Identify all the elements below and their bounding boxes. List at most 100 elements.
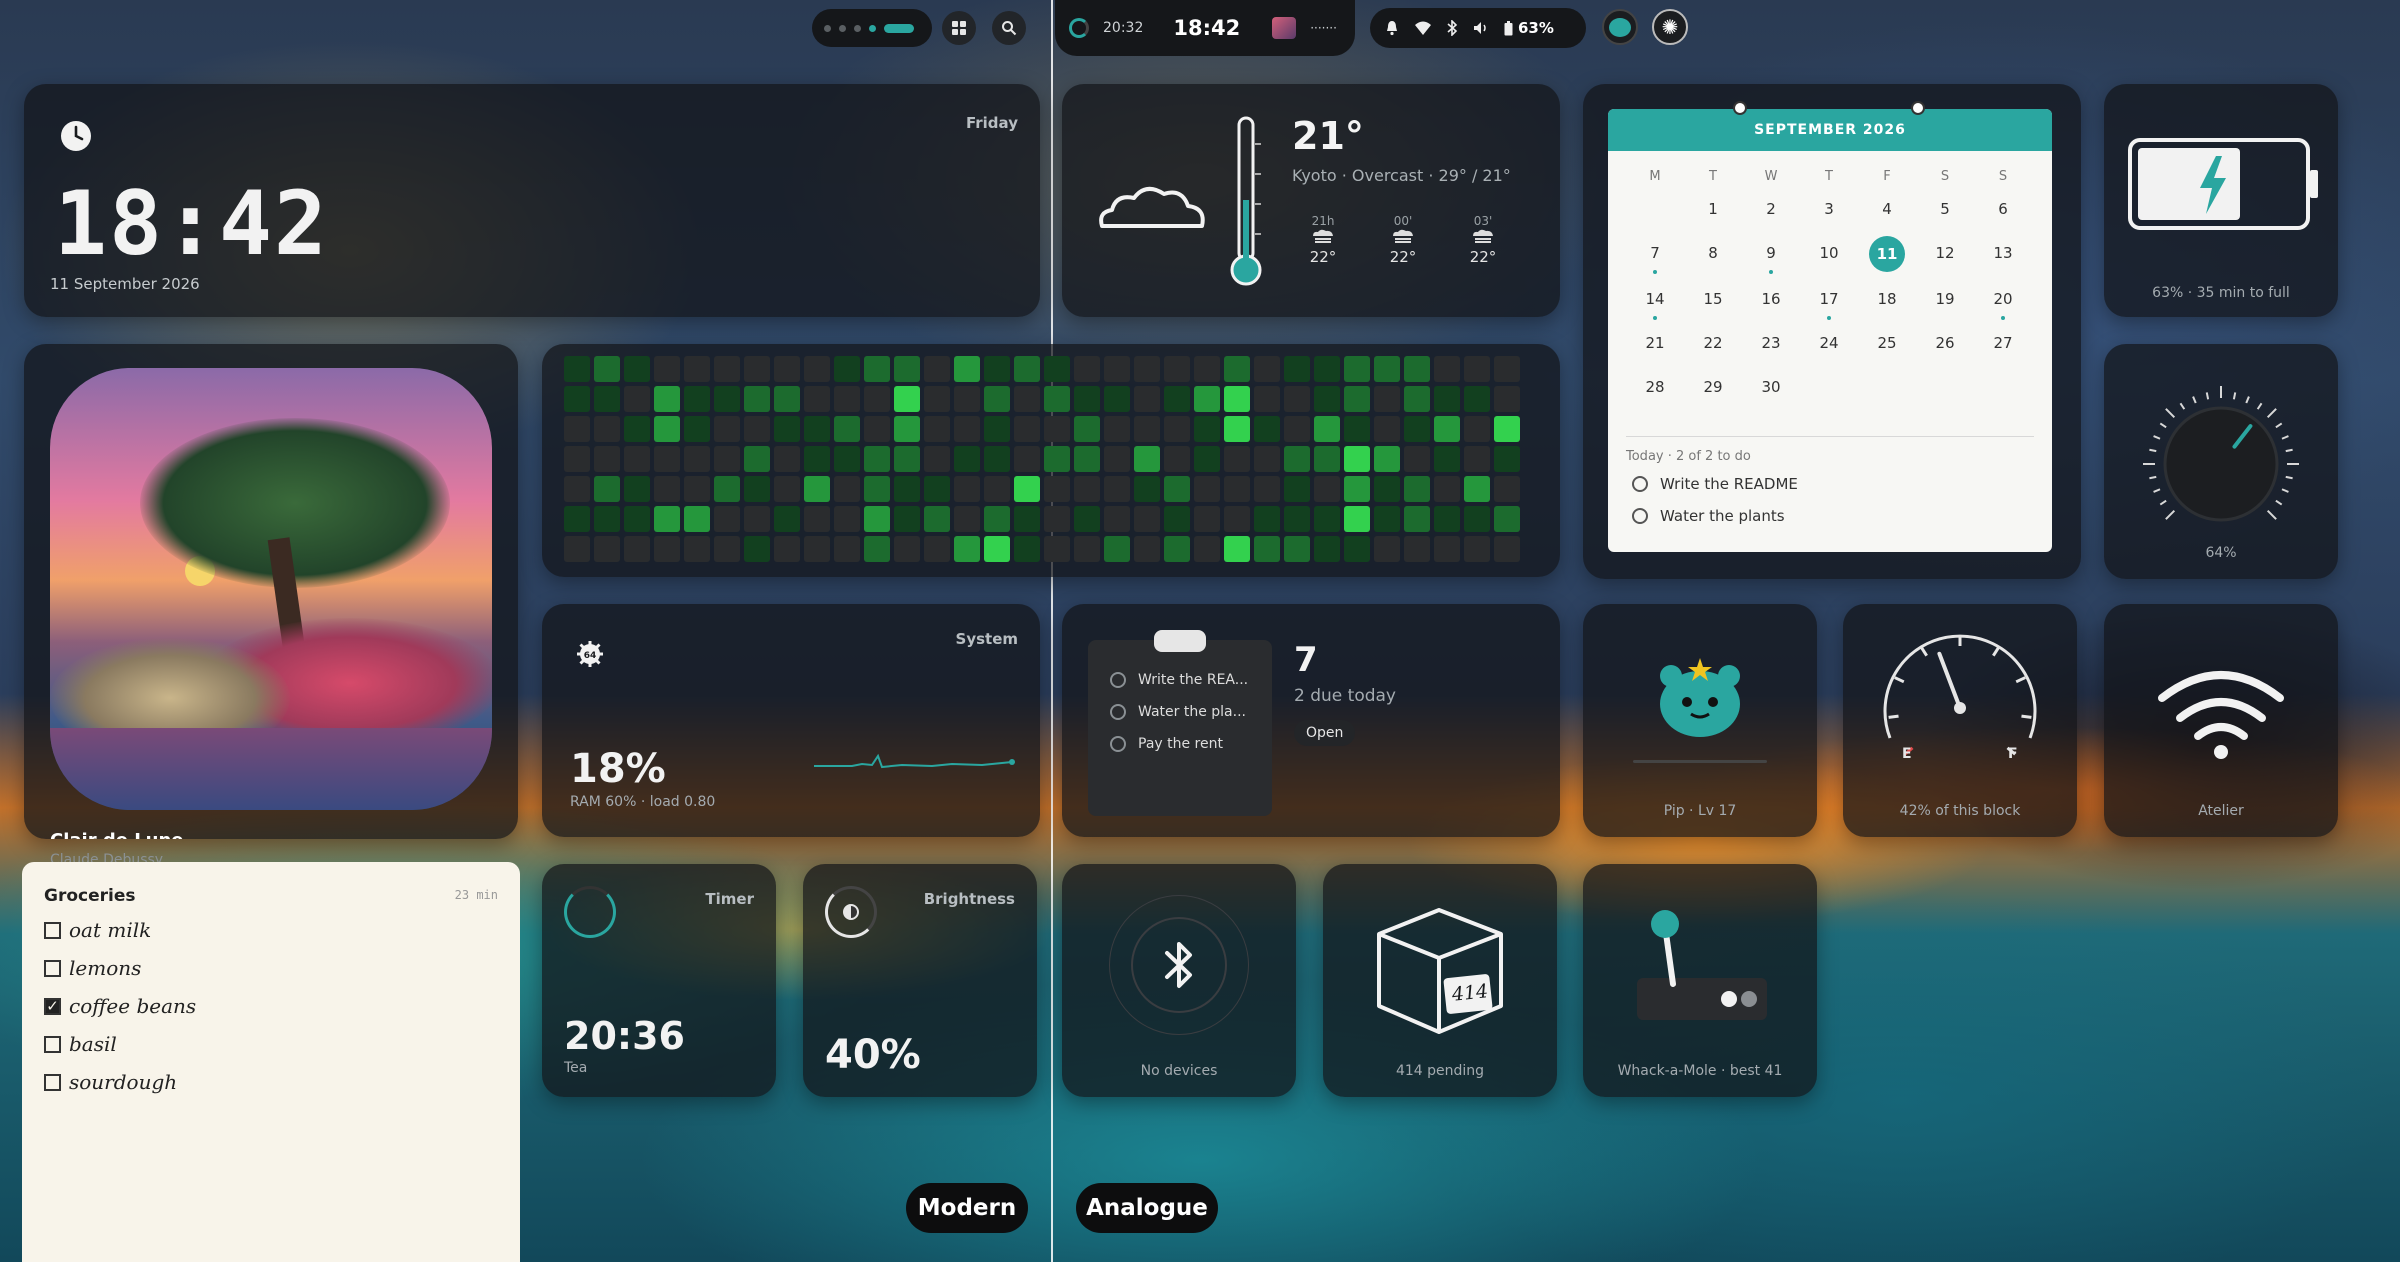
calendar-day[interactable]: 6	[1985, 192, 2021, 226]
grocery-item[interactable]: ✓ coffee beans	[44, 994, 196, 1018]
grocery-checkbox[interactable]	[44, 921, 61, 939]
packages-widget[interactable]: 414 414 pending	[1323, 864, 1557, 1097]
workspace-dot[interactable]	[869, 24, 876, 32]
timer-ring-icon	[564, 886, 616, 938]
open-tasks-button[interactable]: Open	[1294, 720, 1356, 746]
todo-checkbox[interactable]	[1632, 476, 1648, 492]
wifi-widget[interactable]: Atelier	[2104, 604, 2338, 837]
calendar-day[interactable]: 29	[1695, 370, 1731, 404]
grocery-item[interactable]: basil	[44, 1032, 196, 1056]
music-widget[interactable]: Clair de Lune	[24, 344, 518, 839]
system-widget[interactable]: 64 System 18% RAM 60% · load 0.80	[542, 604, 1040, 837]
bell-icon[interactable]	[1384, 20, 1400, 36]
grocery-item[interactable]: oat milk	[44, 918, 196, 942]
search-button[interactable]	[992, 11, 1026, 45]
task-item[interactable]: Write the REA...	[1110, 672, 1248, 688]
game-widget[interactable]: Whack-a-Mole · best 41	[1583, 864, 1817, 1097]
grocery-checkbox[interactable]	[44, 959, 61, 977]
apps-grid-button[interactable]	[942, 11, 976, 45]
calendar-day[interactable]: 2	[1753, 192, 1789, 226]
task-item[interactable]: Water the pla...	[1110, 704, 1248, 720]
calendar-today[interactable]: 11	[1869, 236, 1905, 272]
calendar-day[interactable]: 23	[1753, 326, 1789, 360]
bluetooth-icon[interactable]	[1446, 20, 1458, 36]
theme-toggle-button[interactable]: ✺	[1652, 9, 1688, 45]
calendar-day[interactable]: 18	[1869, 282, 1905, 316]
battery-caption: 63% · 35 min to full	[2152, 285, 2290, 301]
heatmap-cell	[1164, 476, 1190, 502]
calendar-day[interactable]: 1	[1695, 192, 1731, 226]
calendar-day[interactable]: 16	[1753, 282, 1789, 316]
bluetooth-widget[interactable]: No devices	[1062, 864, 1296, 1097]
tasks-widget[interactable]: Write the REA... Water the pla... Pay th…	[1062, 604, 1560, 837]
workspace-dot[interactable]	[839, 24, 846, 32]
calendar-day[interactable]: 24	[1811, 326, 1847, 360]
grocery-checkbox[interactable]	[44, 1035, 61, 1053]
calendar-day[interactable]: 17	[1811, 282, 1847, 320]
heatmap-cell	[1014, 416, 1040, 442]
calendar-day[interactable]: 10	[1811, 236, 1847, 270]
calendar-day[interactable]: 7	[1637, 236, 1673, 274]
calendar-day[interactable]: 9	[1753, 236, 1789, 274]
task-checkbox[interactable]	[1110, 672, 1126, 688]
groceries-note[interactable]: Groceries 23 min oat milk lemons ✓ coffee b…	[22, 862, 520, 1262]
weather-widget[interactable]: 21° Kyoto · Overcast · 29° / 21° 21h 22°…	[1062, 84, 1560, 317]
calendar-todo-item[interactable]: Write the README	[1632, 475, 1798, 493]
workspace-dot[interactable]	[824, 24, 831, 32]
analogue-mode-button[interactable]: Analogue	[1076, 1183, 1218, 1233]
grocery-checkbox[interactable]	[44, 1073, 61, 1091]
task-label: Pay the rent	[1138, 736, 1223, 752]
album-art[interactable]	[50, 368, 492, 810]
calendar-day[interactable]: 25	[1869, 326, 1905, 360]
task-checkbox[interactable]	[1110, 704, 1126, 720]
clock-widget[interactable]: Friday 18:42 11 September 2026	[24, 84, 1040, 317]
volume-icon[interactable]	[1472, 20, 1490, 36]
calendar-day[interactable]: 13	[1985, 236, 2021, 270]
battery-widget[interactable]: 63% · 35 min to full	[2104, 84, 2338, 317]
grocery-checkbox[interactable]: ✓	[44, 997, 61, 1015]
heatmap-cell	[684, 536, 710, 562]
center-clock[interactable]: 18:42	[1173, 16, 1240, 40]
grocery-item[interactable]: lemons	[44, 956, 196, 980]
pet-widget[interactable]: Pip · Lv 17	[1583, 604, 1817, 837]
calendar-day[interactable]: 4	[1869, 192, 1905, 226]
calendar-day[interactable]: 22	[1695, 326, 1731, 360]
heatmap-cell	[1494, 356, 1520, 382]
brightness-widget[interactable]: Brightness 40%	[803, 864, 1037, 1097]
volume-dial-widget[interactable]: 64%	[2104, 344, 2338, 579]
calendar-widget[interactable]: SEPTEMBER 2026 MTWTFSS 1 2 3 4 5 6 7 8 9 10 11 12 13…	[1583, 84, 2081, 579]
calendar-day[interactable]: 15	[1695, 282, 1731, 316]
todo-checkbox[interactable]	[1632, 508, 1648, 524]
calendar-day[interactable]: 20	[1985, 282, 2021, 320]
heatmap-cell	[714, 416, 740, 442]
calendar-day[interactable]: 28	[1637, 370, 1673, 404]
dial-tick	[2245, 396, 2250, 404]
battery-status[interactable]: 63%	[1504, 19, 1554, 37]
calendar-day[interactable]: 21	[1637, 326, 1673, 360]
wifi-icon[interactable]	[1414, 20, 1432, 36]
calendar-day[interactable]: 26	[1927, 326, 1963, 360]
calendar-day[interactable]: 27	[1985, 326, 2021, 360]
grocery-item[interactable]: sourdough	[44, 1070, 196, 1094]
calendar-day[interactable]: 19	[1927, 282, 1963, 316]
calendar-day[interactable]: 30	[1753, 370, 1789, 404]
task-item[interactable]: Pay the rent	[1110, 736, 1248, 752]
active-workspace-indicator[interactable]	[884, 23, 914, 33]
heatmap-cell	[864, 386, 890, 412]
calendar-day[interactable]: 8	[1695, 236, 1731, 270]
task-checkbox[interactable]	[1110, 736, 1126, 752]
activity-heatmap-widget[interactable]	[542, 344, 1560, 577]
calendar-todo-item[interactable]: Water the plants	[1632, 507, 1798, 525]
workspace-bar	[812, 9, 932, 47]
calendar-day[interactable]: 3	[1811, 192, 1847, 226]
media-thumbnail[interactable]	[1272, 17, 1297, 39]
calendar-day[interactable]: 12	[1927, 236, 1963, 270]
calendar-day[interactable]: 14	[1637, 282, 1673, 320]
modern-mode-button[interactable]: Modern	[906, 1183, 1028, 1233]
calendar-day[interactable]: 5	[1927, 192, 1963, 226]
gauge-full-label: F	[2008, 746, 2018, 762]
timer-widget[interactable]: Timer 20:36 Tea	[542, 864, 776, 1097]
pet-avatar-button[interactable]	[1602, 9, 1638, 45]
workspace-dot[interactable]	[854, 24, 861, 32]
fuel-gauge-widget[interactable]: E F 42% of this block	[1843, 604, 2077, 837]
